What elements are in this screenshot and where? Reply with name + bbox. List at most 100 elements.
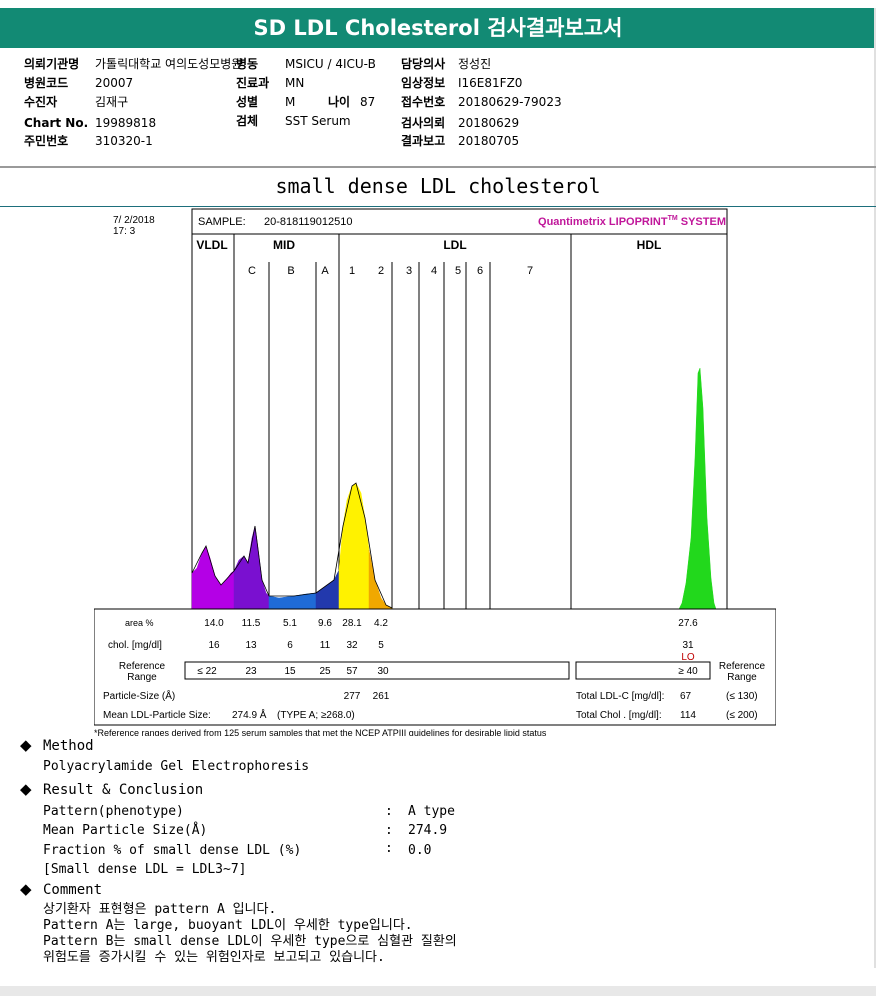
subband-label: 5 <box>455 265 461 277</box>
bullet-diamond-icon: ◆ <box>20 780 32 798</box>
result-label-pattern: Pattern(phenotype) <box>43 804 184 819</box>
subband-label: 6 <box>477 265 483 277</box>
comment-title: Comment <box>43 882 103 898</box>
particle-size-label: Particle-Size (Å) <box>103 689 175 702</box>
subband-label: 7 <box>527 265 533 277</box>
subband-label: A <box>321 265 329 277</box>
report-date-label: 결과보고 <box>401 134 446 148</box>
area-mid-a <box>315 569 340 610</box>
doctor-label: 담당의사 <box>401 57 446 71</box>
receipt-label: 접수번호 <box>401 95 446 109</box>
age-value: 87 <box>360 95 376 109</box>
report-title: SD LDL Cholesterol 검사결과보고서 <box>0 8 876 48</box>
bullet-diamond-icon: ◆ <box>20 736 32 754</box>
doctor-value: 정성진 <box>458 57 492 71</box>
area-value: 27.6 <box>678 618 698 629</box>
area-ldl-2 <box>368 549 393 610</box>
hospital-code-label: 병원코드 <box>24 76 69 90</box>
patient-value: 김재구 <box>95 95 129 109</box>
chart-no-label: Chart No. <box>24 116 89 130</box>
result-label-mean-size: Mean Particle Size(Å) <box>43 823 208 838</box>
chart-time: 17: 3 <box>113 226 136 237</box>
subband-label: 2 <box>378 265 384 277</box>
result-value-mean-size: 274.9 <box>408 823 448 838</box>
total-ldl-label: Total LDL-C [mg/dl]: <box>576 691 664 702</box>
institution-value: 가톨릭대학교 여의도성모병원 <box>95 57 243 71</box>
result-note: [Small dense LDL = LDL3~7] <box>43 862 247 877</box>
subband-label: 3 <box>406 265 412 277</box>
sex-label: 성별 <box>236 95 259 109</box>
hdl-ref-value: ≥ 40 <box>678 666 698 677</box>
subband-label: C <box>248 265 256 277</box>
hospital-code-value: 20007 <box>95 76 134 90</box>
data-table-frame <box>94 608 776 726</box>
area-value: 9.6 <box>318 618 332 629</box>
id-label: 주민번호 <box>24 134 69 148</box>
chol-value: 11 <box>320 640 331 651</box>
sample-id: 20-818119012510 <box>264 216 353 228</box>
total-ldl-ref: (≤ 130) <box>726 691 758 702</box>
chol-value: 31 <box>682 640 694 651</box>
ref-value: 25 <box>319 666 331 677</box>
id-value: 310320-1 <box>95 134 153 148</box>
comment-line: 위험도를 증가시킬 수 있는 위험인자로 보고되고 있습니다. <box>43 950 385 965</box>
mean-ldl-label: Mean LDL-Particle Size: <box>103 710 211 721</box>
ref-value: 23 <box>245 666 257 677</box>
lipoprint-chart: 7/ 2/2018 17: 3 SAMPLE: 20-818119012510 Quan… <box>94 208 776 736</box>
area-mid-b <box>268 592 317 610</box>
ward-label: 병동 <box>236 57 259 71</box>
area-hdl <box>678 367 717 610</box>
group-label-vldl: VLDL <box>196 238 227 252</box>
report-date-value: 20180705 <box>458 134 520 148</box>
result-colon: : <box>385 804 393 819</box>
group-label-ldl: LDL <box>443 238 466 252</box>
mean-ldl-value: 274.9 Å <box>232 708 267 721</box>
ref-label: Range <box>127 672 157 683</box>
sample-label: SAMPLE: <box>198 216 246 228</box>
ref-label: Reference <box>119 661 166 672</box>
area-mid-c <box>233 525 270 610</box>
ref-value: 15 <box>284 666 296 677</box>
subband-label: B <box>287 265 294 277</box>
chol-value: 5 <box>378 640 384 651</box>
specimen-label: 검체 <box>236 114 259 128</box>
result-title: Result & Conclusion <box>43 782 204 798</box>
area-ldl-1 <box>338 482 370 610</box>
comment-line: Pattern B는 small dense LDL이 우세한 type으로 심… <box>43 934 457 949</box>
particle-size-value: 277 <box>344 691 361 702</box>
total-ldl-value: 67 <box>680 691 692 702</box>
method-text: Polyacrylamide Gel Electrophoresis <box>43 759 310 774</box>
age-label: 나이 <box>328 95 351 109</box>
request-date-value: 20180629 <box>458 116 520 130</box>
area-value: 11.5 <box>242 618 261 629</box>
total-chol-label: Total Chol . [mg/dl]: <box>576 710 662 721</box>
area-value: 4.2 <box>374 618 388 629</box>
ref-label-right: Range <box>727 672 757 683</box>
specimen-value: SST Serum <box>285 114 351 128</box>
ref-value: ≤ 22 <box>197 666 217 677</box>
group-label-hdl: HDL <box>637 238 662 252</box>
total-chol-ref: (≤ 200) <box>726 710 758 721</box>
patient-label: 수진자 <box>24 95 58 109</box>
area-value: 5.1 <box>283 618 297 629</box>
clinical-info-value: I16E81FZ0 <box>458 76 523 90</box>
total-chol-value: 114 <box>680 710 696 721</box>
result-label-fraction: Fraction % of small dense LDL (%) <box>43 843 302 858</box>
group-label-mid: MID <box>273 238 295 252</box>
receipt-value: 20180629-79023 <box>458 95 562 109</box>
department-value: MN <box>285 76 305 90</box>
footer-bar <box>0 986 876 996</box>
subband-label: 4 <box>431 265 437 277</box>
area-label: area % <box>125 618 154 628</box>
ward-value: MSICU / 4ICU-B <box>285 57 376 71</box>
result-colon: : <box>385 841 393 856</box>
department-label: 진료과 <box>236 76 270 90</box>
subband-label: 1 <box>349 265 355 277</box>
chol-value: 6 <box>287 640 293 651</box>
chart-no-value: 19989818 <box>95 116 157 130</box>
method-title: Method <box>43 738 94 754</box>
bullet-diamond-icon: ◆ <box>20 880 32 898</box>
chart-footnote: *Reference ranges derived from 125 serum… <box>94 728 547 736</box>
result-value-fraction: 0.0 <box>408 843 432 858</box>
area-value: 28.1 <box>342 618 362 629</box>
